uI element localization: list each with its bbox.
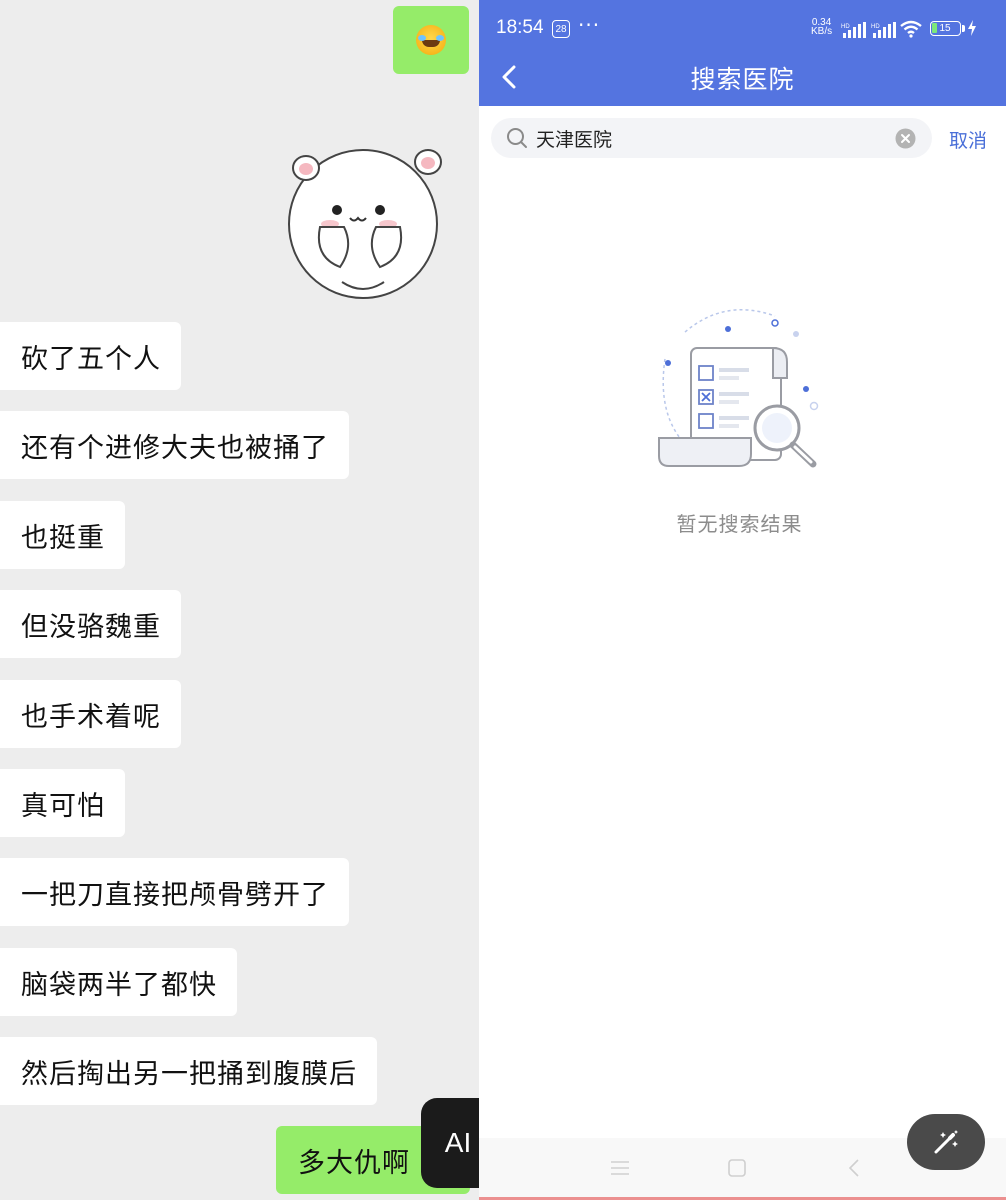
no-results-illustration	[658, 309, 819, 468]
more-notifications-icon: ···	[578, 13, 601, 37]
search-icon	[507, 128, 527, 148]
home-icon[interactable]	[727, 1158, 747, 1178]
cellular-signal-icon: HD	[871, 22, 896, 38]
chat-panel: 砍了五个人 还有个进修大夫也被捅了 也挺重 但没骆魏重 也手术着呢 真可怕 一把…	[0, 0, 480, 1200]
chat-message-text: 多大仇啊	[298, 1147, 410, 1179]
laughing-crying-emoji-icon	[416, 25, 446, 55]
cancel-button[interactable]: 取消	[949, 126, 987, 153]
app-header: 18:54 28 ··· 0.34 KB/s HD HD 15 搜索医院	[479, 0, 1006, 106]
battery-icon: 15	[930, 21, 961, 36]
chat-message-incoming[interactable]: 但没骆魏重	[0, 590, 181, 658]
chat-message-incoming[interactable]: 然后掏出另一把捅到腹膜后	[0, 1037, 377, 1105]
chat-message-incoming[interactable]: 也挺重	[0, 501, 125, 569]
status-time: 18:54	[496, 17, 544, 38]
chat-message-incoming[interactable]: 一把刀直接把颅骨劈开了	[0, 858, 349, 926]
chat-message-incoming[interactable]: 脑袋两半了都快	[0, 948, 237, 1016]
battery-nub	[962, 25, 965, 32]
svg-text:HD: HD	[871, 24, 880, 30]
chat-message-incoming[interactable]: 真可怕	[0, 769, 125, 837]
charging-icon	[968, 20, 976, 36]
magic-edit-button[interactable]	[907, 1114, 985, 1170]
network-speed: 0.34 KB/s	[811, 18, 833, 37]
search-input[interactable]	[536, 118, 876, 158]
ai-badge-label: AI	[444, 1127, 472, 1158]
cellular-signal-icon: HD	[841, 22, 866, 38]
chat-message-incoming[interactable]: 也手术着呢	[0, 680, 181, 748]
search-box[interactable]	[491, 118, 932, 158]
chat-message-incoming[interactable]: 还有个进修大夫也被捅了	[0, 411, 349, 479]
wifi-icon	[900, 20, 922, 38]
magic-wand-icon	[934, 1130, 958, 1154]
phone-panel: 18:54 28 ··· 0.34 KB/s HD HD 15 搜索医院 天津医…	[479, 0, 1006, 1200]
svg-text:HD: HD	[841, 24, 850, 30]
notification-badge: 28	[552, 20, 570, 38]
page-title: 搜索医院	[690, 65, 795, 94]
network-speed-unit: KB/s	[811, 26, 833, 37]
battery-level: 15	[939, 22, 951, 34]
hamster-sticker[interactable]	[282, 132, 444, 302]
clear-icon[interactable]	[895, 128, 916, 149]
ai-floating-button[interactable]: AI	[421, 1098, 480, 1188]
menu-icon[interactable]	[609, 1158, 631, 1178]
empty-state-message: 暂无搜索结果	[676, 512, 803, 536]
outgoing-emoji-bubble[interactable]	[393, 6, 469, 74]
chat-message-incoming[interactable]: 砍了五个人	[0, 322, 181, 390]
back-icon[interactable]	[847, 1158, 861, 1178]
